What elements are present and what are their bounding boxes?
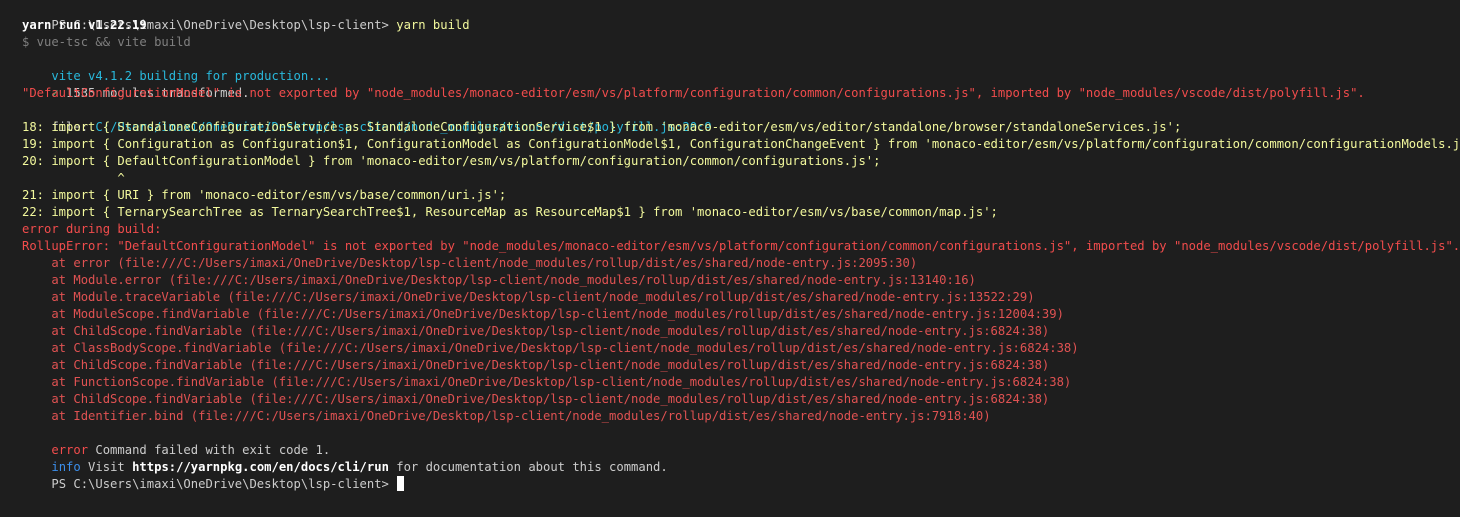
file-line: file: C:/Users/imaxi/OneDrive/Desktop/ls… <box>22 102 711 134</box>
final-prompt-line[interactable]: PS C:\Users\imaxi\OneDrive\Desktop\lsp-c… <box>22 459 405 491</box>
error-during-build-line: error during build: <box>22 222 162 236</box>
caret-marker: ^ <box>22 171 125 185</box>
stack-frame: at Module.error (file:///C:/Users/imaxi/… <box>22 273 976 287</box>
transformed-line: ✓ 1535 modules transformed. <box>22 68 249 100</box>
stack-frame: at ChildScope.findVariable (file:///C:/U… <box>22 358 1050 372</box>
stack-frame: at ClassBodyScope.findVariable (file:///… <box>22 341 1079 355</box>
script-command-line: $ vue-tsc && vite build <box>22 35 191 49</box>
stack-frame: at Module.traceVariable (file:///C:/User… <box>22 290 1035 304</box>
stack-frame: at ChildScope.findVariable (file:///C:/U… <box>22 392 1050 406</box>
code-line-20: 20: import { DefaultConfigurationModel }… <box>22 154 881 168</box>
stack-frame: at ModuleScope.findVariable (file:///C:/… <box>22 307 1064 321</box>
stack-frame: at Identifier.bind (file:///C:/Users/ima… <box>22 409 991 423</box>
code-line-19: 19: import { Configuration as Configurat… <box>22 137 1460 151</box>
stack-frame: at ChildScope.findVariable (file:///C:/U… <box>22 324 1050 338</box>
command-failed-line: error Command failed with exit code 1. <box>22 425 330 457</box>
vite-building-line: vite v4.1.2 building for production... <box>22 51 330 83</box>
code-line-22: 22: import { TernarySearchTree as Ternar… <box>22 205 998 219</box>
terminal-panel[interactable]: PS C:\Users\imaxi\OneDrive\Desktop\lsp-c… <box>0 0 1460 517</box>
export-error-line: "DefaultConfigurationModel" is not expor… <box>22 86 1365 100</box>
code-line-21: 21: import { URI } from 'monaco-editor/e… <box>22 188 507 202</box>
stack-frame: at FunctionScope.findVariable (file:///C… <box>22 375 1072 389</box>
final-prompt: PS C:\Users\imaxi\OneDrive\Desktop\lsp-c… <box>51 477 397 491</box>
text-cursor <box>397 476 405 491</box>
stack-frame: at error (file:///C:/Users/imaxi/OneDriv… <box>22 256 918 270</box>
code-line-18: 18: import { StandaloneConfigurationServ… <box>22 120 1182 134</box>
command-line: PS C:\Users\imaxi\OneDrive\Desktop\lsp-c… <box>22 0 469 32</box>
yarn-version-line: yarn run v1.22.19 <box>22 18 147 32</box>
info-rest-text: for documentation about this command. <box>388 460 668 474</box>
info-line: info Visit https://yarnpkg.com/en/docs/c… <box>22 442 667 474</box>
command-text: yarn build <box>396 18 470 32</box>
rollup-error-line: RollupError: "DefaultConfigurationModel"… <box>22 239 1460 253</box>
